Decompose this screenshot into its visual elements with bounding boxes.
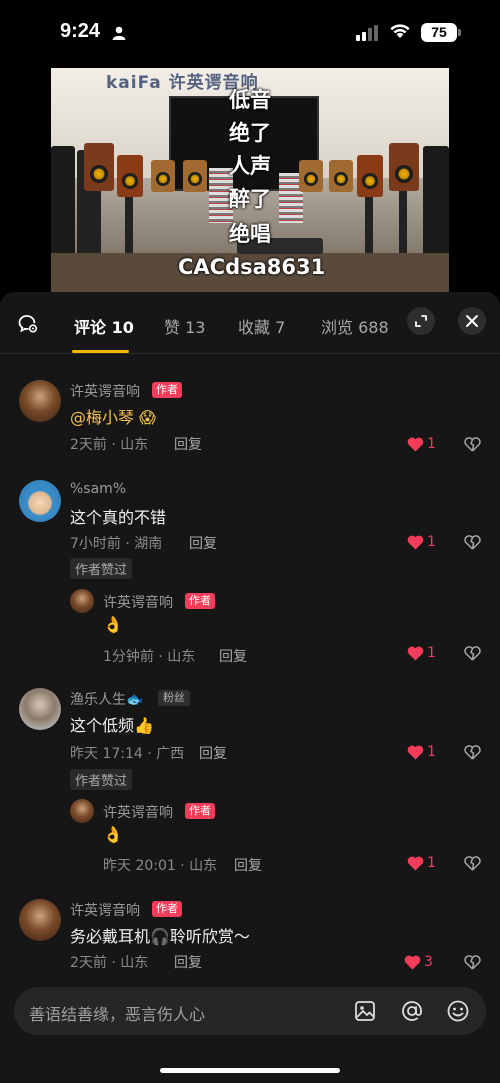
reply-button[interactable]: 回复 xyxy=(199,743,227,763)
active-tab-indicator xyxy=(72,350,129,353)
author-liked-tag: 作者赞过 xyxy=(70,558,133,579)
reply-button[interactable]: 回复 xyxy=(234,855,262,875)
image-icon[interactable] xyxy=(354,1000,376,1022)
video-speaker xyxy=(329,160,353,192)
video-player[interactable]: kaiFa 许英谔音响 低音 绝了 人声 醉了 绝唱 CACdsa8631 xyxy=(51,68,449,292)
video-speaker xyxy=(183,160,207,192)
comment-item: 渔乐人生🐟 粉丝 这个低频👍 昨天 17:14 · 广西 回复 1 作者赞过 许… xyxy=(0,688,500,878)
author-badge: 作者 xyxy=(152,382,182,398)
comment-meta: 2天前 · 山东 xyxy=(70,437,149,453)
comment-username[interactable]: %sam% xyxy=(70,481,126,497)
heart-icon[interactable] xyxy=(407,646,424,661)
avatar[interactable] xyxy=(19,899,61,941)
signal-icon xyxy=(356,25,378,41)
comment-item: 许英谔音响 作者 @梅小琴 😱 2天前 · 山东 回复 1 xyxy=(0,380,500,460)
expand-icon xyxy=(415,315,427,327)
video-speaker xyxy=(357,155,383,197)
comment-username[interactable]: 渔乐人生🐟 xyxy=(70,689,143,709)
avatar[interactable] xyxy=(70,589,94,613)
reply-username[interactable]: 许英谔音响 xyxy=(103,802,173,822)
wifi-icon xyxy=(390,24,410,38)
close-button[interactable] xyxy=(458,307,486,335)
heart-icon[interactable] xyxy=(407,437,424,452)
like-count: 1 xyxy=(427,744,436,760)
reply-button[interactable]: 回复 xyxy=(174,434,202,454)
video-caption-line: 绝了 xyxy=(229,121,271,145)
video-caption-line: CACdsa8631 xyxy=(178,255,326,279)
comment-text: 务必戴耳机🎧聆听欣赏～ xyxy=(70,927,250,946)
fan-badge: 粉丝 xyxy=(158,690,190,706)
reply-meta: 昨天 20:01 · 山东 xyxy=(103,858,218,874)
comment-settings-icon[interactable] xyxy=(18,314,38,334)
author-badge: 作者 xyxy=(185,803,215,819)
author-badge: 作者 xyxy=(185,593,215,609)
comment-meta: 昨天 17:14 · 广西 xyxy=(70,746,185,762)
tab-comments[interactable]: 评论 10 xyxy=(74,314,134,338)
emoji-icon[interactable] xyxy=(446,999,470,1023)
heart-icon[interactable] xyxy=(407,745,424,760)
comment-text: 这个低频👍 xyxy=(70,716,154,735)
reply-text: 👌 xyxy=(103,615,123,634)
video-caption-line: 醉了 xyxy=(229,187,271,211)
heart-icon[interactable] xyxy=(404,955,421,970)
video-speaker xyxy=(117,155,143,197)
comment-username[interactable]: 许英谔音响 xyxy=(70,900,140,920)
like-count: 1 xyxy=(427,645,436,661)
comment-item: 许英谔音响 作者 务必戴耳机🎧聆听欣赏～ 2天前 · 山东 回复 3 xyxy=(0,899,500,979)
battery-tip xyxy=(458,29,461,36)
video-caption-line: 绝唱 xyxy=(229,222,271,246)
reply-button[interactable]: 回复 xyxy=(189,533,217,553)
reply-username[interactable]: 许英谔音响 xyxy=(103,592,173,612)
video-speaker xyxy=(84,143,114,191)
video-speaker xyxy=(151,160,175,192)
at-icon[interactable] xyxy=(400,999,424,1023)
avatar[interactable] xyxy=(70,799,94,823)
reply-button[interactable]: 回复 xyxy=(219,646,247,666)
battery-indicator: 75 xyxy=(421,23,457,42)
expand-button[interactable] xyxy=(407,307,435,335)
person-icon xyxy=(112,26,126,40)
avatar[interactable] xyxy=(19,688,61,730)
video-caption-line: 低音 xyxy=(229,88,271,112)
comment-username[interactable]: 许英谔音响 xyxy=(70,381,140,401)
home-indicator[interactable] xyxy=(160,1068,340,1073)
video-caption-line: 人声 xyxy=(229,154,271,178)
tab-bar: 评论 10 赞 13 收藏 7 浏览 688 xyxy=(0,292,500,354)
comment-item: %sam% 这个真的不错 7小时前 · 湖南 回复 1 作者赞过 许英谔音响 作… xyxy=(0,480,500,670)
comment-input[interactable]: 善语结善缘，恶言伤人心 xyxy=(14,987,486,1035)
heart-icon[interactable] xyxy=(407,535,424,550)
comment-meta: 2天前 · 山东 xyxy=(70,955,149,971)
comment-text: 这个真的不错 xyxy=(70,508,167,527)
like-count: 1 xyxy=(427,436,436,452)
video-speaker xyxy=(299,160,323,192)
comment-meta: 7小时前 · 湖南 xyxy=(70,536,163,552)
reply-text: 👌 xyxy=(103,825,123,844)
reply-button[interactable]: 回复 xyxy=(174,952,202,972)
author-badge: 作者 xyxy=(152,901,182,917)
video-speaker xyxy=(389,143,419,191)
status-time: 9:24 xyxy=(60,20,101,42)
like-count: 1 xyxy=(427,534,436,550)
comment-input-placeholder: 善语结善缘，恶言伤人心 xyxy=(29,1005,206,1024)
avatar[interactable] xyxy=(19,480,61,522)
broken-heart-icon[interactable] xyxy=(464,745,481,760)
avatar[interactable] xyxy=(19,380,61,422)
author-liked-tag: 作者赞过 xyxy=(70,769,133,790)
broken-heart-icon[interactable] xyxy=(464,535,481,550)
tab-views[interactable]: 浏览 688 xyxy=(321,314,389,338)
tab-likes[interactable]: 赞 13 xyxy=(164,314,205,338)
like-count: 1 xyxy=(427,855,436,871)
comment-text: @梅小琴 😱 xyxy=(70,408,156,427)
like-count: 3 xyxy=(424,954,433,970)
broken-heart-icon[interactable] xyxy=(464,646,481,661)
heart-icon[interactable] xyxy=(407,856,424,871)
close-icon xyxy=(466,315,478,327)
reply-meta: 1分钟前 · 山东 xyxy=(103,649,196,665)
broken-heart-icon[interactable] xyxy=(464,437,481,452)
tab-favorites[interactable]: 收藏 7 xyxy=(238,314,285,338)
broken-heart-icon[interactable] xyxy=(464,856,481,871)
status-bar: 9:24 75 xyxy=(0,0,500,66)
broken-heart-icon[interactable] xyxy=(464,955,481,970)
